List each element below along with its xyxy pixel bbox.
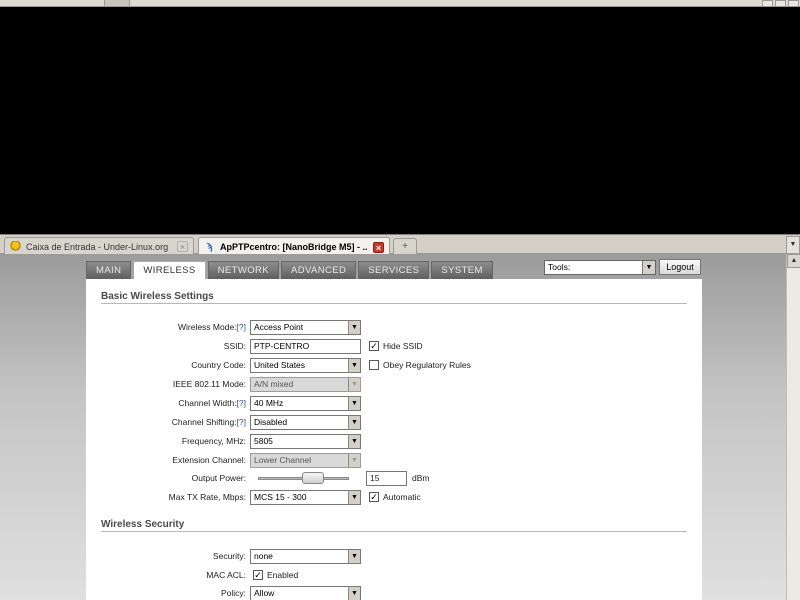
tab-advanced[interactable]: ADVANCED xyxy=(281,261,357,279)
wifi-icon: ϡ xyxy=(206,241,213,253)
output-power-input[interactable]: 15 xyxy=(366,471,407,486)
chevron-down-icon[interactable]: ▼ xyxy=(348,397,360,410)
row-max-tx-rate: Max TX Rate, Mbps: MCS 15 - 300 ▼ ✓ Autom… xyxy=(86,490,702,505)
tab-services[interactable]: SERVICES xyxy=(358,261,430,279)
row-policy: Policy: Allow ▼ xyxy=(86,586,702,600)
policy-select[interactable]: Allow ▼ xyxy=(250,586,361,600)
page-content: MAIN WIRELESS NETWORK ADVANCED SERVICES … xyxy=(0,254,800,600)
help-link[interactable]: [?] xyxy=(237,417,246,427)
chevron-down-icon[interactable]: ▼ xyxy=(348,550,360,563)
chevron-down-icon[interactable]: ▼ xyxy=(348,321,360,334)
tab-scroll-arrow-icon[interactable]: ▼ xyxy=(786,236,800,254)
mac-acl-enabled-label: Enabled xyxy=(267,570,299,580)
obey-regulatory-label: Obey Regulatory Rules xyxy=(383,360,471,370)
tab-wireless[interactable]: WIRELESS xyxy=(133,261,206,280)
row-country-code: Country Code: United States ▼ Obey Regula… xyxy=(86,358,702,373)
browser-tab-strip: Caixa de Entrada - Under-Linux.org × ϡ A… xyxy=(0,234,800,256)
label-policy: Policy: xyxy=(220,588,246,598)
automatic-label: Automatic xyxy=(383,492,421,502)
hide-ssid-checkbox[interactable]: ✓ xyxy=(369,341,379,351)
chevron-down-icon[interactable]: ▼ xyxy=(348,587,360,600)
section-title-security: Wireless Security xyxy=(101,519,185,530)
row-output-power: Output Power: 15 dBm xyxy=(86,471,702,486)
divider xyxy=(101,303,687,304)
tab-system[interactable]: SYSTEM xyxy=(431,261,493,279)
wireless-mode-select[interactable]: Access Point ▼ xyxy=(250,320,361,335)
extension-channel-select: Lower Channel ▼ xyxy=(250,453,361,468)
vertical-scrollbar[interactable]: ▲ xyxy=(786,254,800,600)
browser-tab-inbox[interactable]: Caixa de Entrada - Under-Linux.org × xyxy=(4,237,194,255)
row-wireless-mode: Wireless Mode:[?] Access Point ▼ xyxy=(86,320,702,335)
mac-acl-checkbox[interactable]: ✓ xyxy=(253,570,263,580)
label-ieee-mode: IEEE 802.11 Mode: xyxy=(172,379,246,389)
label-security: Security: xyxy=(212,551,246,561)
chevron-down-icon: ▼ xyxy=(348,378,360,391)
row-mac-acl: MAC ACL: ✓ Enabled xyxy=(86,568,702,583)
tab-title: ApPTPcentro: [NanoBridge M5] - ... xyxy=(220,242,367,252)
blank-region xyxy=(0,7,800,234)
tools-select[interactable]: Tools: ▼ xyxy=(544,260,656,275)
label-frequency: Frequency, MHz: xyxy=(181,436,246,446)
chevron-down-icon[interactable]: ▼ xyxy=(348,416,360,429)
section-title-basic: Basic Wireless Settings xyxy=(101,291,214,302)
row-frequency: Frequency, MHz: 5805 ▼ xyxy=(86,434,702,449)
label-max-tx-rate: Max TX Rate, Mbps: xyxy=(168,492,246,502)
output-power-slider-handle[interactable] xyxy=(302,472,324,484)
country-code-select[interactable]: United States ▼ xyxy=(250,358,361,373)
ssid-input[interactable]: PTP-CENTRO xyxy=(250,339,361,354)
frequency-select[interactable]: 5805 ▼ xyxy=(250,434,361,449)
label-mac-acl: MAC ACL: xyxy=(206,570,246,580)
new-tab-button[interactable]: + xyxy=(393,238,417,254)
divider xyxy=(101,531,687,532)
maximize-icon[interactable] xyxy=(775,0,786,6)
label-country-code: Country Code: xyxy=(191,360,246,370)
mail-icon xyxy=(10,241,21,252)
chevron-down-icon[interactable]: ▼ xyxy=(642,261,655,274)
label-channel-width: Channel Width:[?] xyxy=(178,398,246,408)
row-channel-shifting: Channel Shifting:[?] Disabled ▼ xyxy=(86,415,702,430)
close-tab-icon[interactable]: × xyxy=(373,241,384,253)
screen: Caixa de Entrada - Under-Linux.org × ϡ A… xyxy=(0,0,800,600)
help-link[interactable]: [?] xyxy=(237,322,246,332)
title-bar-segment xyxy=(104,0,130,6)
tab-main[interactable]: MAIN xyxy=(86,261,132,279)
output-power-unit: dBm xyxy=(412,473,430,483)
label-output-power: Output Power: xyxy=(191,473,246,483)
window-title-bar xyxy=(0,0,800,7)
label-wireless-mode: Wireless Mode:[?] xyxy=(177,322,246,332)
ieee-mode-select: A/N mixed ▼ xyxy=(250,377,361,392)
label-channel-shifting: Channel Shifting:[?] xyxy=(171,417,246,427)
help-link[interactable]: [?] xyxy=(237,398,246,408)
hide-ssid-label: Hide SSID xyxy=(383,341,423,351)
max-tx-rate-select[interactable]: MCS 15 - 300 ▼ xyxy=(250,490,361,505)
main-nav: MAIN WIRELESS NETWORK ADVANCED SERVICES … xyxy=(86,261,495,280)
tools-select-value: Tools: xyxy=(548,262,571,272)
chevron-down-icon[interactable]: ▼ xyxy=(348,491,360,504)
label-extension-channel: Extension Channel: xyxy=(172,455,246,465)
row-security: Security: none ▼ xyxy=(86,549,702,564)
channel-shifting-select[interactable]: Disabled ▼ xyxy=(250,415,361,430)
logout-button[interactable]: Logout xyxy=(659,259,701,275)
chevron-down-icon[interactable]: ▼ xyxy=(348,359,360,372)
row-ssid: SSID: PTP-CENTRO ✓ Hide SSID xyxy=(86,339,702,354)
close-tab-icon[interactable]: × xyxy=(177,241,188,252)
tab-title: Caixa de Entrada - Under-Linux.org xyxy=(26,241,169,252)
row-channel-width: Channel Width:[?] 40 MHz ▼ xyxy=(86,396,702,411)
chevron-down-icon[interactable]: ▼ xyxy=(348,435,360,448)
automatic-checkbox[interactable]: ✓ xyxy=(369,492,379,502)
security-select[interactable]: none ▼ xyxy=(250,549,361,564)
row-extension-channel: Extension Channel: Lower Channel ▼ xyxy=(86,453,702,468)
settings-panel: Basic Wireless Settings Wireless Mode:[?… xyxy=(86,279,702,600)
chevron-down-icon: ▼ xyxy=(348,454,360,467)
minimize-icon[interactable] xyxy=(762,0,773,6)
tab-network[interactable]: NETWORK xyxy=(207,261,280,279)
scroll-up-icon[interactable]: ▲ xyxy=(787,254,800,268)
obey-regulatory-checkbox[interactable] xyxy=(369,360,379,370)
channel-width-select[interactable]: 40 MHz ▼ xyxy=(250,396,361,411)
row-ieee-mode: IEEE 802.11 Mode: A/N mixed ▼ xyxy=(86,377,702,392)
label-ssid: SSID: xyxy=(223,341,246,351)
close-icon[interactable] xyxy=(788,0,799,6)
